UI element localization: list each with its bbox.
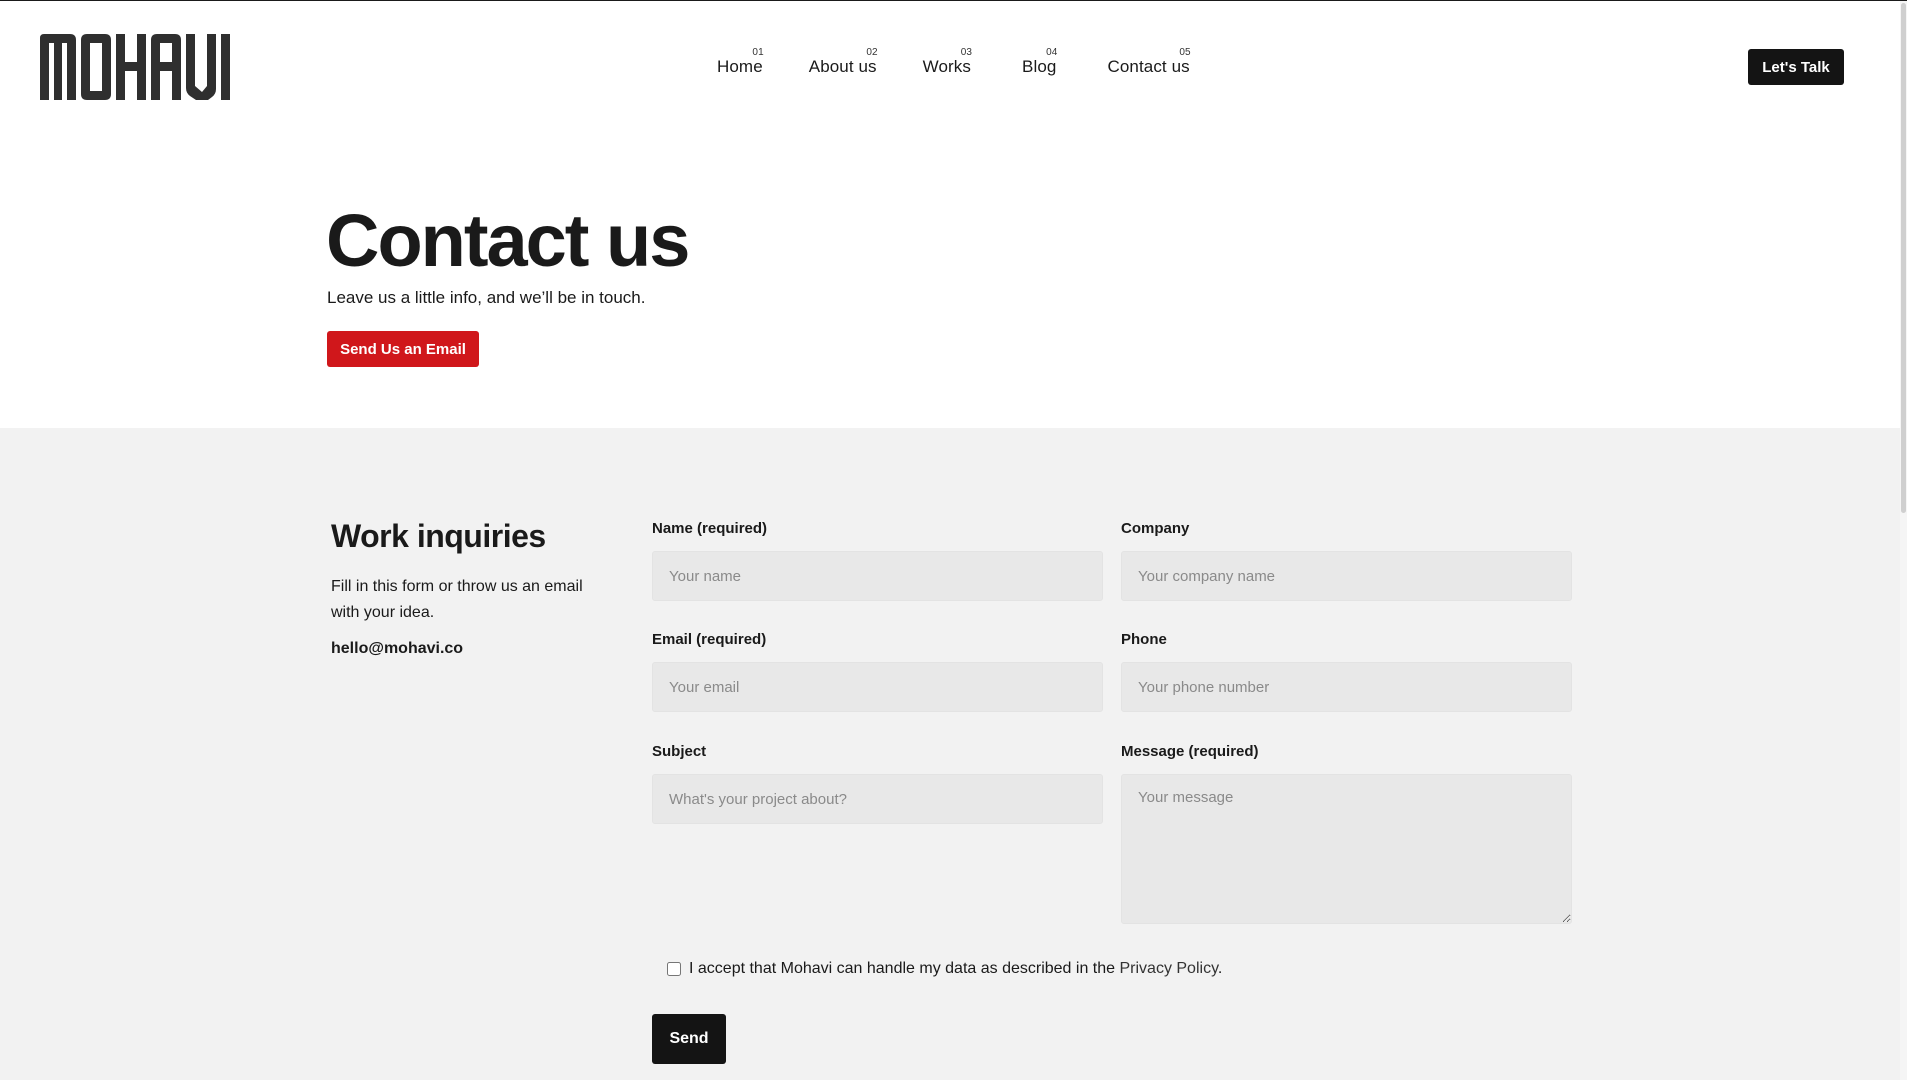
inquiries-description: Fill in this form or throw us an email w… <box>331 578 583 621</box>
page-title: Contact us <box>326 199 690 282</box>
company-input[interactable] <box>1121 551 1572 601</box>
nav-number: 01 <box>752 47 764 58</box>
scrollbar-thumb[interactable] <box>1901 3 1906 513</box>
mohavi-logo[interactable] <box>40 34 236 100</box>
privacy-policy-link[interactable]: Privacy Policy <box>1119 960 1217 977</box>
phone-input[interactable] <box>1121 662 1572 712</box>
hero-subtitle: Leave us a little info, and we’ll be in … <box>327 288 646 307</box>
nav-item-home[interactable]: 01 Home <box>717 47 764 77</box>
hero-section: Contact us Leave us a little info, and w… <box>0 136 1907 428</box>
nav-number: 02 <box>866 47 878 58</box>
email-label: Email (required) <box>652 631 767 648</box>
subject-label: Subject <box>652 743 707 760</box>
send-email-button[interactable]: Send Us an Email <box>327 331 479 367</box>
nav-number: 03 <box>960 47 973 58</box>
phone-label: Phone <box>1121 631 1167 648</box>
contact-email-link[interactable]: hello@mohavi.co <box>331 640 463 658</box>
consent-checkbox[interactable] <box>667 962 681 976</box>
message-textarea[interactable] <box>1121 774 1572 924</box>
email-input[interactable] <box>652 662 1103 712</box>
inquiries-title: Work inquiries <box>331 518 546 554</box>
logo-wordmark-icon <box>40 34 230 100</box>
contact-page: 01 Home 02 About us 03 Works 04 Blog 05 … <box>0 0 1907 1080</box>
subject-input[interactable] <box>652 774 1103 824</box>
privacy-consent[interactable]: I accept that Mohavi can handle my data … <box>667 960 1222 978</box>
site-header: 01 Home 02 About us 03 Works 04 Blog 05 … <box>0 1 1907 136</box>
nav-label: Contact us <box>1107 57 1190 76</box>
page-scrollbar[interactable] <box>1900 1 1907 1080</box>
consent-text-end: . <box>1217 960 1223 977</box>
consent-text-main: I accept that Mohavi can handle my data … <box>689 960 1116 977</box>
name-label: Name (required) <box>652 520 768 537</box>
nav-item-blog[interactable]: 04 Blog <box>1022 47 1057 77</box>
nav-item-contact[interactable]: 05 Contact us <box>1107 47 1190 77</box>
nav-number: 04 <box>1046 47 1058 58</box>
message-label: Message (required) <box>1121 743 1259 760</box>
company-label: Company <box>1121 520 1190 537</box>
lets-talk-button[interactable]: Let's Talk <box>1748 49 1844 85</box>
send-button[interactable]: Send <box>652 1014 726 1064</box>
work-inquiries-section: Work inquiries Fill in this form or thro… <box>0 428 1907 1080</box>
nav-number: 05 <box>1179 47 1191 58</box>
name-input[interactable] <box>652 551 1103 601</box>
consent-text: I accept that Mohavi can handle my data … <box>689 960 1222 978</box>
main-nav: 01 Home 02 About us 03 Works 04 Blog 05 … <box>717 47 1191 77</box>
nav-item-about[interactable]: 02 About us <box>809 47 878 77</box>
nav-item-works[interactable]: 03 Works <box>923 47 972 77</box>
